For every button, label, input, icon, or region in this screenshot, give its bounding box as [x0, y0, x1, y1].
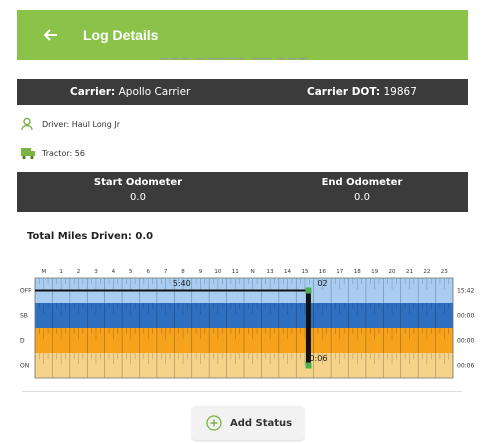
- hour-label: 23: [441, 269, 448, 275]
- divider: [22, 391, 462, 392]
- status-label: OFF: [20, 288, 32, 295]
- hour-label: 2: [77, 269, 81, 275]
- hour-label: 4: [112, 269, 116, 275]
- hour-label: 13: [267, 269, 274, 275]
- status-label: SB: [20, 313, 28, 320]
- hour-label: 9: [199, 269, 203, 275]
- hour-label: 22: [423, 269, 430, 275]
- hour-label: 16: [319, 269, 326, 275]
- status-total: 00:06: [457, 363, 474, 370]
- hour-label: 3: [94, 269, 98, 275]
- hour-label: 1: [59, 269, 63, 275]
- hour-label: 21: [406, 269, 413, 275]
- status-total: 00:00: [457, 313, 474, 320]
- hour-label: 6: [146, 269, 150, 275]
- transition-handle: [305, 287, 312, 294]
- transition-handle: [305, 362, 312, 369]
- hour-label: 8: [181, 269, 185, 275]
- hour-label: 17: [336, 269, 343, 275]
- status-label: ON: [20, 363, 29, 370]
- status-label: D: [20, 338, 25, 345]
- hour-label: 19: [371, 269, 378, 275]
- duration-annotation: 5:40: [173, 279, 191, 288]
- status-total: 15:42: [457, 288, 474, 295]
- hour-label: 11: [232, 269, 239, 275]
- plus-circle-icon: [206, 415, 222, 431]
- hour-label: 7: [164, 269, 168, 275]
- hour-label: N: [251, 269, 255, 275]
- hour-label: 18: [354, 269, 361, 275]
- hour-label: M: [41, 269, 46, 275]
- hour-label: 20: [389, 269, 396, 275]
- add-status-button[interactable]: Add Status: [192, 406, 304, 440]
- status-total: 00:00: [457, 338, 474, 345]
- duty-status-grid[interactable]: M 1 2 3 4 5 6 7 8 9 10 11 N 13 14 15 16 17 18 19 20 21 22 23OFF…: [0, 0, 483, 443]
- hour-label: 14: [284, 269, 291, 275]
- hour-label: 5: [129, 269, 133, 275]
- hour-label: 10: [214, 269, 221, 275]
- add-status-label: Add Status: [230, 417, 293, 429]
- hour-label: 15: [301, 269, 308, 275]
- duration-annotation: 02: [317, 279, 327, 288]
- duration-annotation: 0:06: [309, 354, 327, 363]
